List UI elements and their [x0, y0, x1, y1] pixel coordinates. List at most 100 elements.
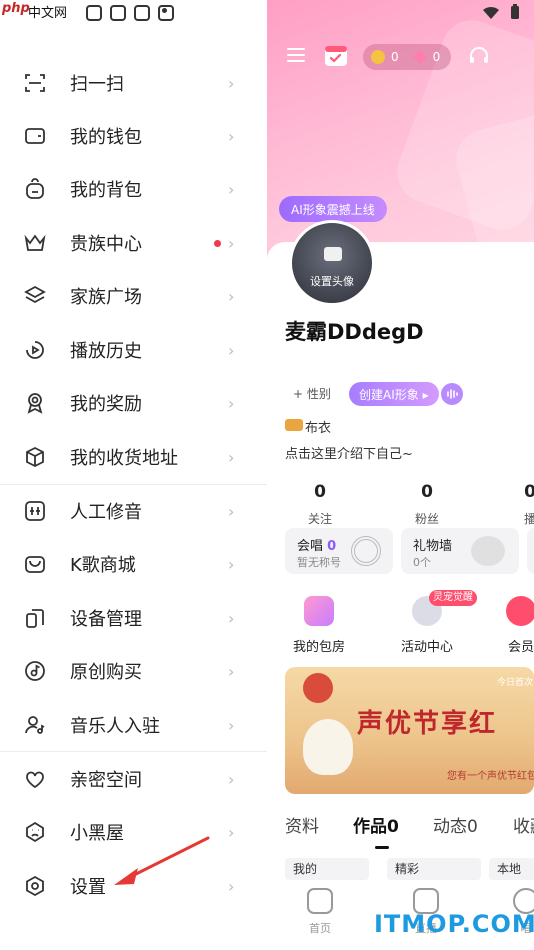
tab-underline	[375, 846, 389, 849]
menu-family[interactable]: 家族广场 ›	[0, 271, 267, 321]
chevron-right-icon: ›	[228, 608, 235, 628]
php-logo: php	[2, 1, 30, 16]
nickname[interactable]: 麦霸DDdegD	[285, 316, 424, 346]
bio[interactable]: 点击这里介绍下自己~	[285, 443, 413, 462]
chip-featured[interactable]: 精彩	[387, 858, 481, 880]
menu-icon[interactable]	[285, 44, 307, 66]
chevron-right-icon: ›	[228, 126, 235, 146]
promo-banner[interactable]: 今日首次 声优节享红 您有一个声优节红包	[285, 667, 534, 794]
chevron-right-icon: ›	[228, 393, 235, 413]
chevron-right-icon: ›	[228, 286, 235, 306]
banner-subtitle: 您有一个声优节红包	[447, 771, 534, 782]
divider	[0, 484, 267, 485]
menu-shop[interactable]: K歌商城 ›	[0, 539, 267, 589]
extra-card[interactable]	[527, 528, 534, 574]
musician-icon	[22, 712, 48, 738]
music-note-icon	[307, 888, 333, 914]
wallet-icon	[22, 123, 48, 149]
calendar-icon[interactable]	[323, 42, 349, 68]
crown-icon	[22, 230, 48, 256]
menu-label: 家族广场	[70, 287, 142, 308]
avatar-label: 设置头像	[310, 275, 354, 288]
chevron-right-icon: ›	[228, 554, 235, 574]
menu-noble[interactable]: 贵族中心 ›	[0, 218, 267, 268]
headset-icon[interactable]	[467, 44, 491, 68]
gift-wall-sub: 0个	[413, 556, 431, 569]
sad-face-icon	[22, 819, 48, 845]
rank-icon	[285, 419, 303, 431]
menu-label: 扫一扫	[70, 74, 124, 95]
menu-backpack[interactable]: 我的背包 ›	[0, 164, 267, 214]
tab-moments[interactable]: 动态0	[433, 812, 478, 837]
status-bar: php 中文网	[0, 0, 534, 26]
mascot-image	[303, 719, 353, 775]
screen: 0 0 AI形象震撼上线 设置头像 麦霸DDdegD + 性别 创建AI形象 ▸…	[0, 0, 534, 950]
chevron-right-icon: ›	[228, 661, 235, 681]
menu-label: 设置	[70, 877, 106, 898]
nav-home[interactable]: 首页	[295, 888, 345, 936]
chevron-right-icon: ›	[228, 501, 235, 521]
chip-mine[interactable]: 我的	[285, 858, 369, 880]
hearts-icon	[22, 766, 48, 792]
sing-card[interactable]: 会唱 0 暂无称号	[285, 528, 393, 574]
create-ai-button[interactable]: 创建AI形象 ▸	[349, 382, 439, 406]
gift-icon	[471, 536, 505, 566]
gender-button[interactable]: + 性别	[293, 385, 331, 402]
ai-badge[interactable]: AI形象震撼上线	[279, 196, 387, 222]
menu-devices[interactable]: 设备管理 ›	[0, 593, 267, 643]
app-notification-icon	[86, 5, 102, 21]
menu-label: 贵族中心	[70, 234, 142, 255]
nav-label: 首页	[309, 922, 331, 935]
tab-favorites[interactable]: 收藏	[513, 812, 534, 837]
menu-history[interactable]: 播放历史 ›	[0, 325, 267, 375]
chip-local[interactable]: 本地	[489, 858, 534, 880]
avatar[interactable]: 设置头像	[289, 220, 375, 306]
scan-icon	[22, 70, 48, 96]
stat-following[interactable]: 0 关注	[285, 482, 355, 527]
shortcut-vip[interactable]: 会员	[481, 596, 534, 655]
menu-intimate[interactable]: 亲密空间 ›	[0, 754, 267, 804]
tab-info[interactable]: 资料	[285, 812, 319, 837]
chevron-right-icon: ›	[228, 233, 235, 253]
menu-tuning[interactable]: 人工修音 ›	[0, 486, 267, 536]
rank-label[interactable]: 布衣	[305, 417, 331, 436]
gift-wall-title: 礼物墙	[413, 539, 453, 554]
menu-address[interactable]: 我的收货地址 ›	[0, 432, 267, 482]
menu-label: 原创购买	[70, 662, 142, 683]
shortcut-label: 活动中心	[400, 640, 453, 655]
gift-wall-card[interactable]: 礼物墙 0个	[401, 528, 519, 574]
stat-fans[interactable]: 0 粉丝	[392, 482, 462, 527]
wifi-icon	[482, 5, 500, 24]
menu-original[interactable]: 原创购买 ›	[0, 646, 267, 696]
menu-label: 我的收货地址	[70, 448, 178, 469]
tab-works[interactable]: 作品0	[353, 812, 399, 837]
profile-page: 0 0 AI形象震撼上线 设置头像 麦霸DDdegD + 性别 创建AI形象 ▸…	[267, 0, 534, 950]
voice-icon[interactable]	[441, 383, 463, 405]
coin-balance[interactable]: 0 0	[363, 44, 451, 70]
gold-count: 0	[391, 50, 399, 64]
menu-settings[interactable]: 设置 ›	[0, 861, 267, 911]
shortcut-my-room[interactable]: 我的包房	[279, 596, 359, 655]
php-site-text: 中文网	[28, 6, 68, 21]
shortcut-label: 我的包房	[292, 640, 345, 655]
app-notification-icon	[134, 5, 150, 21]
menu-blackroom[interactable]: 小黑屋 ›	[0, 807, 267, 857]
chevron-right-icon: ›	[228, 340, 235, 360]
menu-label: 我的钱包	[70, 127, 142, 148]
divider	[0, 751, 267, 752]
menu-label: 设备管理	[70, 609, 142, 630]
chevron-right-icon: ›	[228, 179, 235, 199]
stat-plays[interactable]: 0 播	[495, 482, 534, 527]
stat-number: 0	[314, 482, 326, 502]
profile-tabs: 资料 作品0 动态0 收藏	[267, 808, 534, 849]
menu-label: 小黑屋	[70, 823, 124, 844]
layers-icon	[22, 283, 48, 309]
record-icon	[351, 536, 381, 566]
music-disc-icon	[22, 658, 48, 684]
menu-wallet[interactable]: 我的钱包 ›	[0, 111, 267, 161]
menu-musician[interactable]: 音乐人入驻 ›	[0, 700, 267, 750]
menu-rewards[interactable]: 我的奖励 ›	[0, 378, 267, 428]
play-history-icon	[22, 337, 48, 363]
chevron-right-icon: ›	[228, 73, 235, 93]
menu-scan[interactable]: 扫一扫 ›	[0, 58, 267, 108]
